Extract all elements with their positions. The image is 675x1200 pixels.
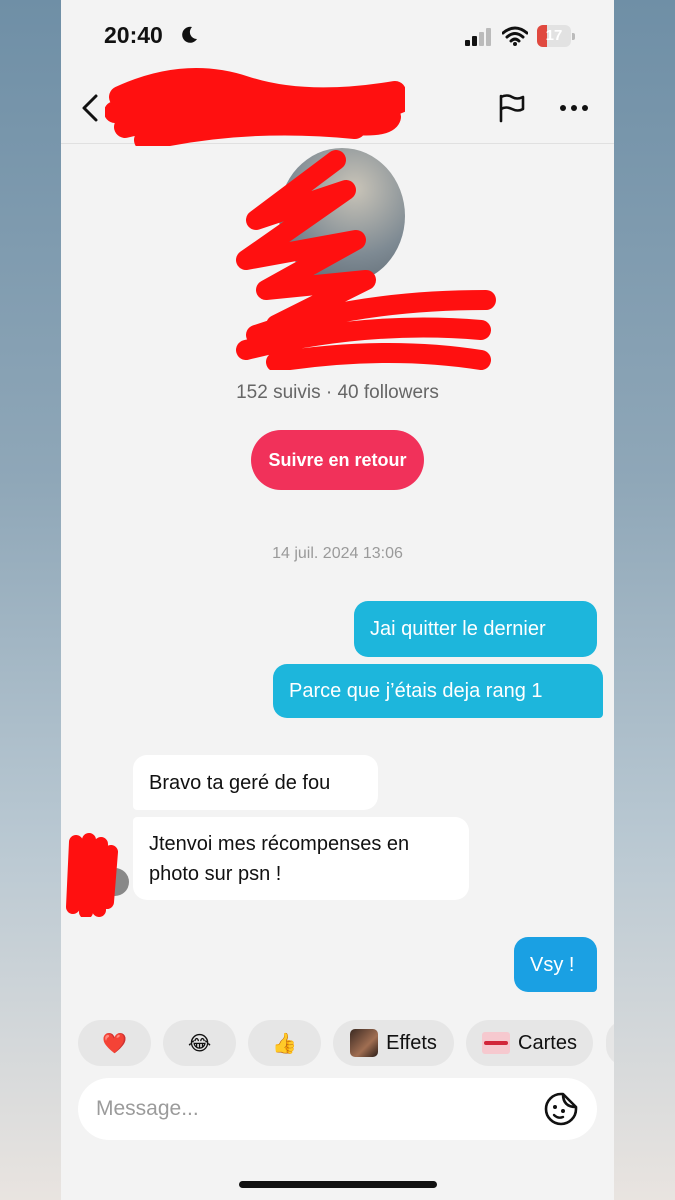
cards-label: Cartes (518, 1031, 577, 1054)
conversation-timestamp: 14 juil. 2024 13:06 (272, 545, 403, 562)
quick-reply-thumbs-up[interactable]: 👍 (248, 1020, 321, 1066)
cards-button[interactable]: Cartes (466, 1020, 593, 1066)
chat-header (61, 78, 614, 144)
message-input[interactable] (96, 1078, 526, 1140)
effects-label: Effets (386, 1031, 437, 1054)
wifi-icon (502, 26, 528, 46)
follow-back-button[interactable]: Suivre en retour (251, 430, 424, 490)
message-bubble-outgoing[interactable]: Jai quitter le dernier (354, 601, 597, 657)
effects-button[interactable]: Effets (333, 1020, 454, 1066)
status-time: 20:40 (104, 22, 163, 48)
effects-thumbnail-icon (350, 1029, 379, 1057)
thumbs-up-icon: 👍 (272, 1032, 297, 1055)
gift-card-icon (482, 1032, 511, 1054)
back-arrow-icon[interactable] (79, 93, 103, 123)
chat-screen: 20:40 17 152 suivis · 40 followers Suivr… (61, 0, 614, 1200)
message-composer (78, 1078, 597, 1140)
sticker-icon[interactable] (543, 1091, 579, 1127)
message-bubble-incoming[interactable]: Bravo ta geré de fou (133, 755, 378, 810)
profile-follow-stats: 152 suivis · 40 followers (236, 382, 439, 403)
quick-reply-laugh[interactable]: 😂 (163, 1020, 236, 1066)
quick-reply-overflow[interactable] (606, 1020, 614, 1066)
battery-indicator: 17 (537, 25, 575, 47)
status-bar: 20:40 17 (61, 0, 614, 70)
report-flag-icon[interactable] (495, 92, 527, 124)
tears-of-joy-icon: 😂 (187, 1032, 212, 1055)
cellular-signal-icon (465, 28, 491, 46)
more-options-icon[interactable] (557, 92, 591, 124)
home-indicator[interactable] (239, 1181, 437, 1188)
message-bubble-outgoing[interactable]: Parce que j’étais deja rang 1 (273, 664, 603, 718)
message-bubble-incoming[interactable]: Jtenvoi mes récompenses en photo sur psn… (133, 817, 469, 900)
profile-avatar[interactable] (279, 148, 405, 284)
quick-reply-heart[interactable]: ❤️ (78, 1020, 151, 1066)
sender-avatar[interactable] (101, 868, 129, 896)
message-bubble-outgoing[interactable]: Vsy ! (514, 937, 597, 992)
red-heart-icon: ❤️ (102, 1032, 127, 1055)
moon-icon (182, 26, 197, 43)
battery-percent: 17 (545, 27, 563, 44)
